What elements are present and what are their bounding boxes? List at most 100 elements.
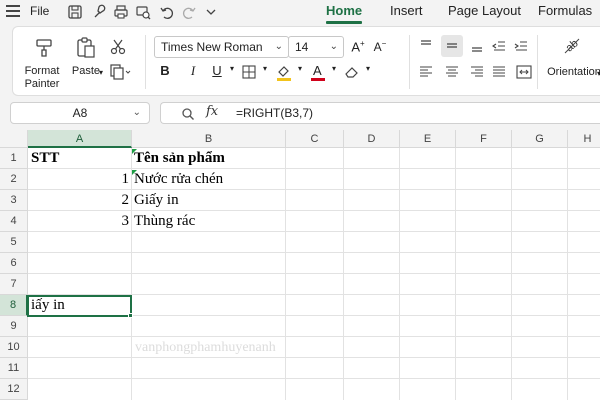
gridline — [28, 336, 600, 337]
ribbon-separator — [145, 35, 146, 89]
undo-icon[interactable] — [158, 3, 176, 21]
gridline — [28, 231, 600, 232]
align-middle-button[interactable] — [441, 35, 463, 57]
cell-a2[interactable]: 1 — [28, 171, 130, 188]
borders-icon[interactable] — [242, 65, 256, 79]
align-left-icon[interactable] — [418, 65, 434, 79]
font-name-select[interactable]: Times New Roman ⌄ — [154, 36, 289, 58]
column-header-f[interactable]: F — [456, 130, 512, 148]
format-painter-icon[interactable] — [33, 37, 55, 59]
row-header-1[interactable]: 1 — [0, 148, 28, 169]
gridline — [343, 148, 344, 400]
column-header-e[interactable]: E — [400, 130, 456, 148]
row-header-3[interactable]: 3 — [0, 190, 28, 211]
fill-handle[interactable] — [128, 313, 133, 318]
tab-insert[interactable]: Insert — [390, 3, 423, 18]
orientation-label[interactable]: Orientation — [541, 66, 600, 79]
row-header-7[interactable]: 7 — [0, 274, 28, 295]
paste-icon[interactable] — [75, 36, 97, 60]
italic-button[interactable]: I — [184, 63, 202, 79]
row-header-10[interactable]: 10 — [0, 337, 28, 358]
font-size-select[interactable]: 14 ⌄ — [288, 36, 344, 58]
column-header-c[interactable]: C — [286, 130, 344, 148]
customize-icon[interactable] — [202, 3, 220, 21]
align-bottom-icon[interactable] — [469, 38, 485, 54]
fx-icon[interactable]: fx — [206, 104, 218, 119]
increase-font-icon[interactable]: A+ — [349, 39, 367, 54]
save-icon[interactable] — [66, 3, 84, 21]
search-icon[interactable] — [181, 107, 195, 121]
font-size-value: 14 — [295, 40, 309, 54]
row-header-11[interactable]: 11 — [0, 358, 28, 379]
chevron-down-icon: ⌄ — [329, 41, 338, 52]
chevron-down-icon: ⌄ — [132, 107, 141, 118]
increase-indent-icon[interactable] — [513, 38, 529, 54]
row-header-8[interactable]: 8 — [0, 295, 28, 316]
cell-b1[interactable]: Tên sản phẩm — [134, 150, 225, 167]
name-box[interactable]: A8 ⌄ — [10, 102, 150, 124]
row-header-6[interactable]: 6 — [0, 253, 28, 274]
row-header-5[interactable]: 5 — [0, 232, 28, 253]
row-header-2[interactable]: 2 — [0, 169, 28, 190]
format-painter-label-1: Format — [24, 65, 60, 77]
cell-error-indicator[interactable] — [132, 170, 137, 175]
row-header-12[interactable]: 12 — [0, 379, 28, 400]
row-header-4[interactable]: 4 — [0, 211, 28, 232]
redo-icon[interactable] — [180, 3, 198, 21]
copy-icon[interactable] — [109, 63, 131, 81]
gridline — [28, 252, 600, 253]
underline-dropdown-icon[interactable]: ▾ — [223, 64, 241, 73]
borders-dropdown-icon[interactable]: ▾ — [256, 64, 274, 73]
tab-formulas[interactable]: Formulas — [538, 3, 592, 18]
align-top-icon[interactable] — [418, 38, 434, 54]
row-header-9[interactable]: 9 — [0, 316, 28, 337]
tab-page-layout[interactable]: Page Layout — [448, 3, 521, 18]
column-header-h[interactable]: H — [568, 130, 600, 148]
gridline — [28, 357, 600, 358]
decrease-font-icon[interactable]: A− — [371, 39, 389, 54]
menu-bar: File Home Insert Page Layout Formulas — [0, 0, 600, 24]
hamburger-icon[interactable] — [6, 5, 20, 17]
align-right-icon[interactable] — [469, 65, 485, 79]
gridline — [511, 148, 512, 400]
merge-center-icon[interactable] — [515, 63, 533, 81]
paste-dropdown-icon[interactable]: ▾ — [99, 66, 103, 79]
cell-a3[interactable]: 2 — [28, 192, 130, 209]
formula-bar: A8 ⌄ fx =RIGHT(B3,7) — [0, 98, 600, 128]
cell-a1[interactable]: STT — [31, 150, 59, 167]
active-tab-indicator — [326, 21, 362, 24]
tab-home[interactable]: Home — [326, 3, 362, 18]
column-header-b[interactable]: B — [132, 130, 286, 148]
ribbon-separator — [537, 35, 538, 89]
cell-b2[interactable]: Nước rửa chén — [134, 171, 223, 188]
select-all-corner[interactable] — [0, 130, 28, 148]
gridline — [28, 168, 600, 169]
fill-dropdown-icon[interactable]: ▾ — [291, 64, 309, 73]
brush-icon[interactable] — [90, 3, 108, 21]
orientation-icon[interactable]: ab — [561, 35, 583, 57]
gridline — [28, 189, 600, 190]
gridline — [28, 273, 600, 274]
decrease-indent-icon[interactable] — [491, 38, 507, 54]
justify-icon[interactable] — [491, 65, 507, 79]
eraser-dropdown-icon[interactable]: ▾ — [359, 64, 377, 73]
formula-input[interactable]: fx =RIGHT(B3,7) — [160, 102, 600, 124]
column-header-a[interactable]: A — [28, 130, 132, 148]
cell-error-indicator[interactable] — [132, 149, 137, 154]
gridline — [131, 148, 132, 400]
font-color-dropdown-icon[interactable]: ▾ — [325, 64, 343, 73]
align-center-icon[interactable] — [444, 65, 460, 79]
ribbon: Format Painter Paste ▾ Times New Roman ⌄… — [12, 26, 600, 96]
cell-b4[interactable]: Thùng rác — [134, 213, 195, 230]
column-header-g[interactable]: G — [512, 130, 568, 148]
file-menu[interactable]: File — [30, 4, 49, 18]
print-preview-icon[interactable] — [134, 3, 152, 21]
bold-button[interactable]: B — [156, 63, 174, 78]
column-header-d[interactable]: D — [344, 130, 400, 148]
print-icon[interactable] — [112, 3, 130, 21]
gridline — [455, 148, 456, 400]
cell-a4[interactable]: 3 — [28, 213, 130, 230]
cut-icon[interactable] — [109, 38, 127, 56]
cell-b3[interactable]: Giấy in — [134, 192, 179, 209]
paste-label[interactable]: Paste — [69, 65, 103, 78]
